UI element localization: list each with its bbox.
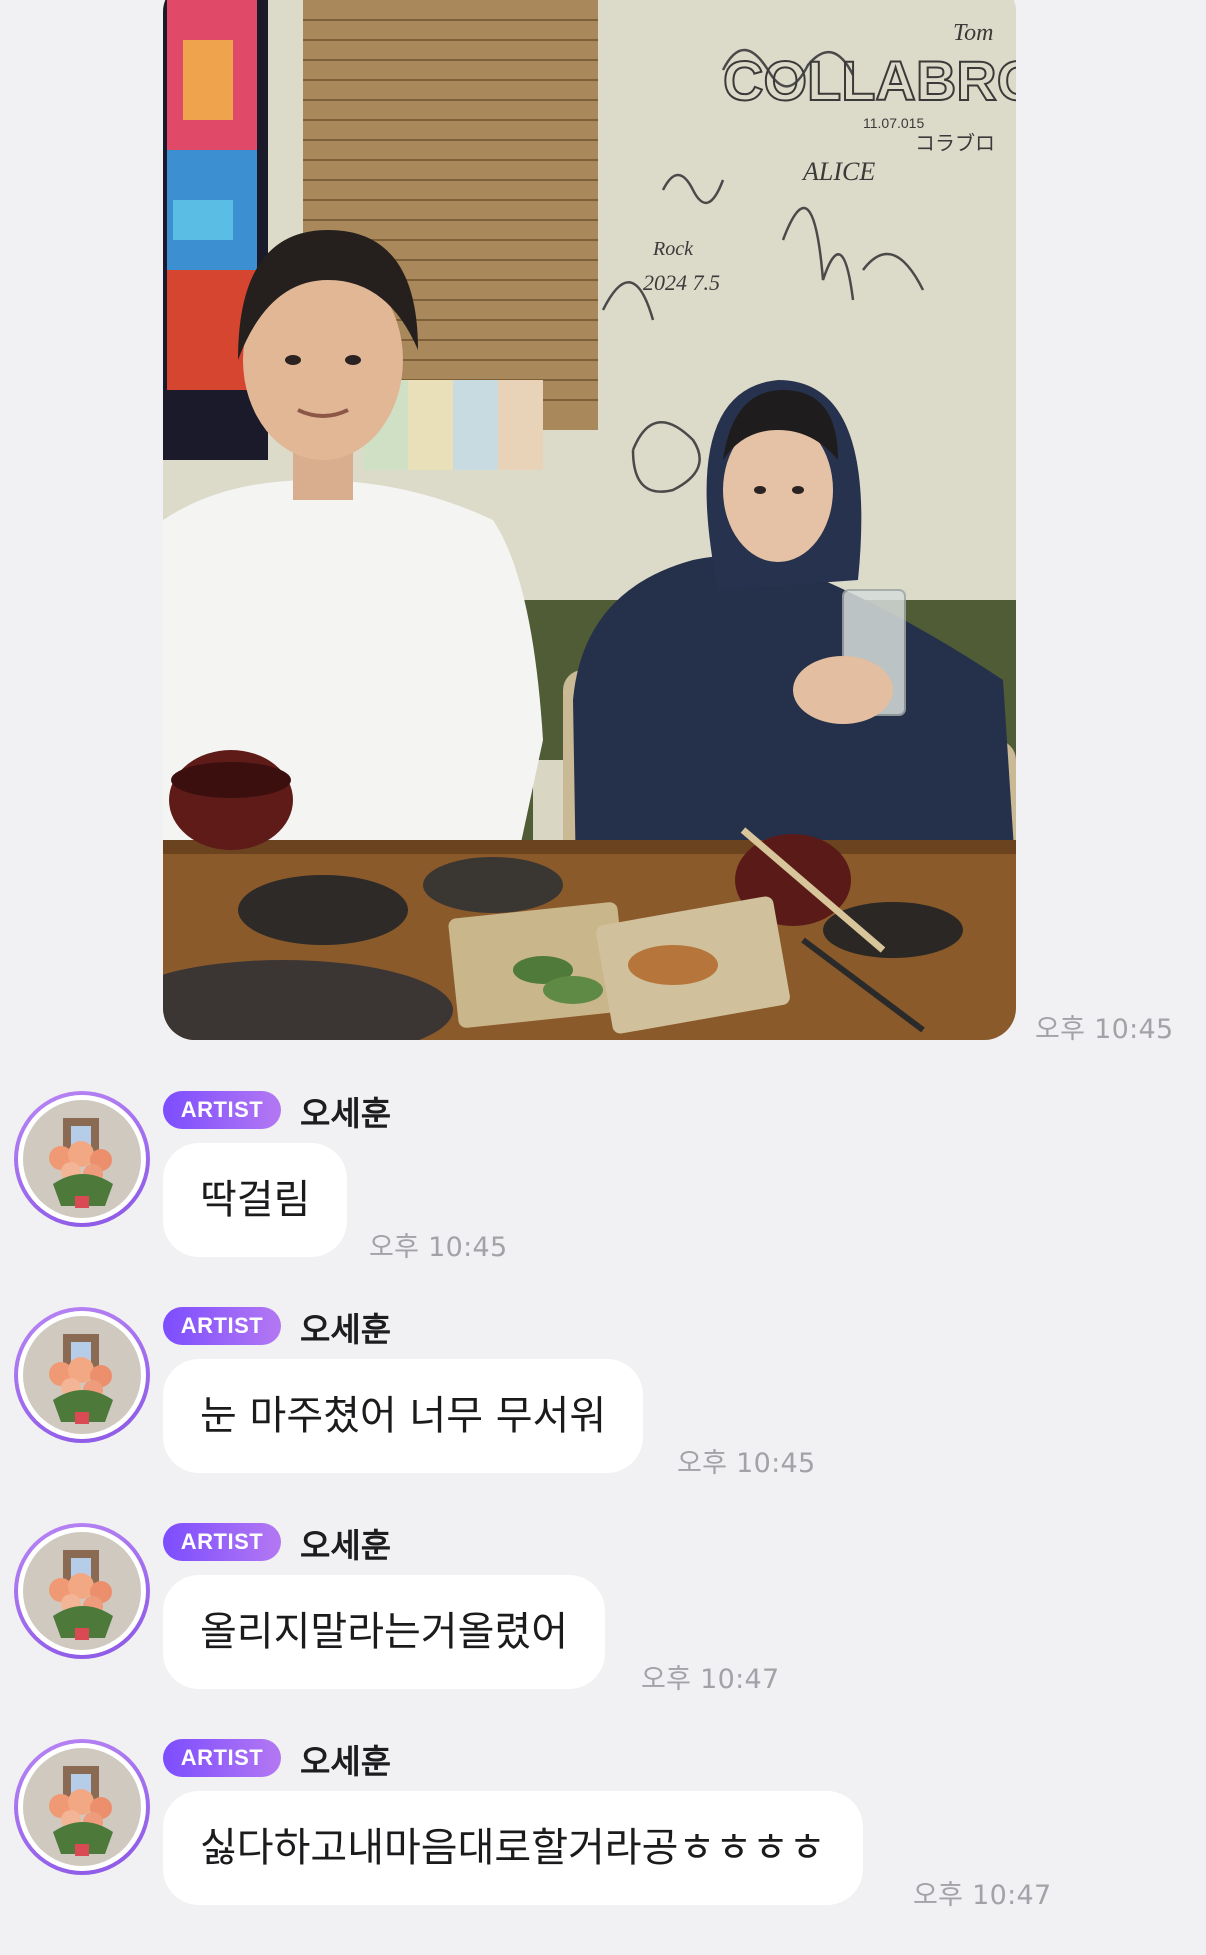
chat-message: ARTIST 오세훈 눈 마주쳤어 너무 무서워 오후 10:45 — [0, 1307, 1206, 1523]
wall-signature-year: 2024 7.5 — [643, 270, 720, 295]
photo-message-time: 오후 10:45 — [1035, 1014, 1174, 1045]
chat-message: ARTIST 오세훈 딱걸림 오후 10:45 — [0, 1091, 1206, 1307]
sender-name: 오세훈 — [300, 1310, 392, 1349]
message-time: 오후 10:47 — [913, 1880, 1052, 1911]
message-bubble[interactable]: 딱걸림 — [163, 1143, 348, 1257]
message-bubble[interactable]: 올리지말라는거올렸어 — [163, 1575, 605, 1689]
chat-message: ARTIST 오세훈 싫다하고내마음대로할거라공ㅎㅎㅎㅎ 오후 10:47 — [0, 1739, 1206, 1955]
sender-name: 오세훈 — [300, 1526, 392, 1565]
message-bubble[interactable]: 싫다하고내마음대로할거라공ㅎㅎㅎㅎ — [163, 1791, 863, 1905]
artist-badge: ARTIST — [163, 1091, 281, 1129]
sender-name: 오세훈 — [300, 1094, 392, 1133]
wall-date: 11.07.015 — [863, 115, 924, 131]
artist-badge: ARTIST — [163, 1739, 281, 1777]
restaurant-photo: COLLABRO 11.07.015 コラブロ Tom ALICE 2024 7… — [163, 0, 1016, 1040]
bouquet-avatar-image — [23, 1532, 141, 1650]
wall-signature-alice: ALICE — [801, 157, 875, 186]
bouquet-avatar-image — [23, 1316, 141, 1434]
message-time: 오후 10:45 — [369, 1232, 508, 1263]
sender-name: 오세훈 — [300, 1742, 392, 1781]
artist-badge: ARTIST — [163, 1523, 281, 1561]
artist-avatar[interactable] — [14, 1739, 150, 1875]
artist-avatar[interactable] — [14, 1091, 150, 1227]
bouquet-avatar-image — [23, 1100, 141, 1218]
message-time: 오후 10:45 — [677, 1448, 816, 1479]
wall-signature-tom: Tom — [953, 20, 993, 46]
artist-badge: ARTIST — [163, 1307, 281, 1345]
message-time: 오후 10:47 — [641, 1664, 780, 1695]
wall-katakana: コラブロ — [915, 131, 995, 155]
wall-signature-rock: Rock — [652, 238, 694, 260]
photo-message-image[interactable]: COLLABRO 11.07.015 コラブロ Tom ALICE 2024 7… — [163, 0, 1016, 1040]
message-bubble[interactable]: 눈 마주쳤어 너무 무서워 — [163, 1359, 644, 1473]
artist-avatar[interactable] — [14, 1523, 150, 1659]
chat-message: ARTIST 오세훈 올리지말라는거올렸어 오후 10:47 — [0, 1523, 1206, 1739]
wall-brand: COLLABRO — [723, 49, 1016, 112]
bouquet-avatar-image — [23, 1748, 141, 1866]
artist-avatar[interactable] — [14, 1307, 150, 1443]
